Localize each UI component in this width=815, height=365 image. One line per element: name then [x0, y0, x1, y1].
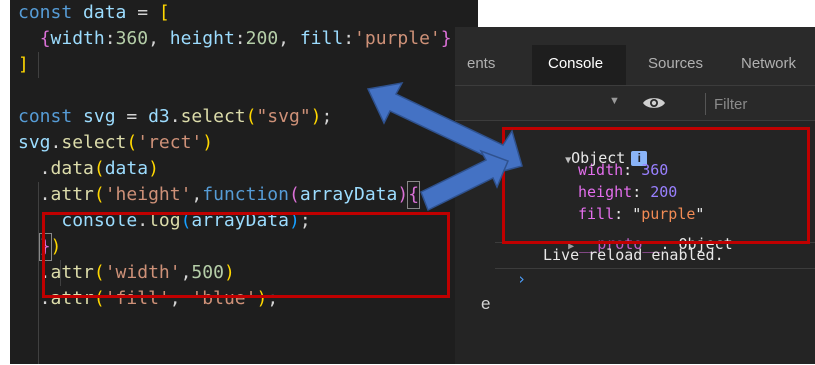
- code-token: .: [18, 184, 51, 205]
- code-token: svg: [83, 106, 116, 127]
- code-token: arrayData: [299, 184, 398, 205]
- context-dropdown-icon[interactable]: ▼: [609, 95, 620, 107]
- code-token: (: [245, 106, 257, 127]
- code-token: (: [288, 184, 300, 205]
- code-token: :: [104, 28, 116, 49]
- code-token: fill: [299, 28, 344, 49]
- devtools-tab-bar: ents Console Sources Network: [455, 27, 815, 86]
- code-token: 'height': [104, 184, 192, 205]
- code-token: 360: [115, 28, 149, 49]
- code-token: .: [50, 132, 62, 153]
- code-token: ,: [191, 184, 203, 205]
- code-line[interactable]: .attr('height',function(arrayData){: [18, 181, 421, 209]
- code-token: select: [61, 132, 127, 153]
- code-line[interactable]: ]: [18, 52, 29, 78]
- console-toolbar: ▼: [455, 86, 815, 121]
- code-token: ): [310, 106, 322, 127]
- code-token: data: [104, 158, 149, 179]
- code-token: d3: [148, 106, 170, 127]
- console-prompt-icon[interactable]: ›: [517, 270, 526, 288]
- code-line[interactable]: {width:360, height:200, fill:'purple'}: [18, 26, 452, 52]
- highlight-box-code: [42, 212, 450, 298]
- live-reload-message: Live reload enabled.: [543, 246, 724, 264]
- code-token: =: [126, 2, 159, 23]
- code-token: 200: [245, 28, 279, 49]
- tab-console[interactable]: Console: [548, 55, 603, 72]
- code-editor[interactable]: const data = [ {width:360, height:200, f…: [10, 0, 478, 364]
- code-token: .: [18, 158, 51, 179]
- tab-sources[interactable]: Sources: [648, 55, 703, 72]
- code-token: ,: [148, 28, 170, 49]
- code-token: 'purple': [354, 28, 441, 49]
- code-token: height: [169, 28, 235, 49]
- code-token: const: [18, 106, 84, 127]
- code-token: "svg": [256, 106, 311, 127]
- code-token: =: [115, 106, 149, 127]
- code-token: width: [50, 28, 105, 49]
- code-token: data: [50, 158, 94, 179]
- code-line[interactable]: const svg = d3.select("svg");: [18, 104, 332, 130]
- code-token: {: [39, 28, 51, 49]
- indent-guide: [38, 52, 39, 78]
- filter-input[interactable]: [705, 93, 815, 115]
- code-token: :: [234, 28, 246, 49]
- tab-elements[interactable]: ents: [467, 55, 495, 72]
- code-token: ): [397, 184, 409, 205]
- code-token: :: [343, 28, 355, 49]
- code-token: (: [93, 158, 105, 179]
- code-token: 'rect': [137, 132, 203, 153]
- code-token: svg: [18, 132, 51, 153]
- eye-icon[interactable]: [642, 95, 666, 111]
- code-token: attr: [50, 184, 94, 205]
- code-token: [: [158, 2, 170, 23]
- code-token: function: [202, 184, 289, 205]
- code-token: const: [18, 2, 84, 23]
- partial-text: e: [481, 294, 491, 313]
- code-token: data: [83, 2, 127, 23]
- code-line[interactable]: .data(data): [18, 156, 159, 182]
- code-token: ;: [321, 106, 333, 127]
- code-token: ): [148, 158, 159, 179]
- code-token: select: [180, 106, 246, 127]
- bracket-match-highlight: {: [407, 181, 421, 209]
- code-token: ): [202, 132, 214, 153]
- code-token: ,: [278, 28, 300, 49]
- code-line[interactable]: const data = [: [18, 0, 170, 26]
- code-token: (: [126, 132, 138, 153]
- code-line[interactable]: svg.select('rect'): [18, 130, 213, 156]
- highlight-box-console: [502, 127, 810, 244]
- code-token: (: [93, 184, 105, 205]
- code-token: }: [440, 28, 452, 49]
- tab-network[interactable]: Network: [741, 55, 796, 72]
- code-token: .: [169, 106, 181, 127]
- code-token: ]: [18, 54, 29, 75]
- divider: [495, 268, 815, 269]
